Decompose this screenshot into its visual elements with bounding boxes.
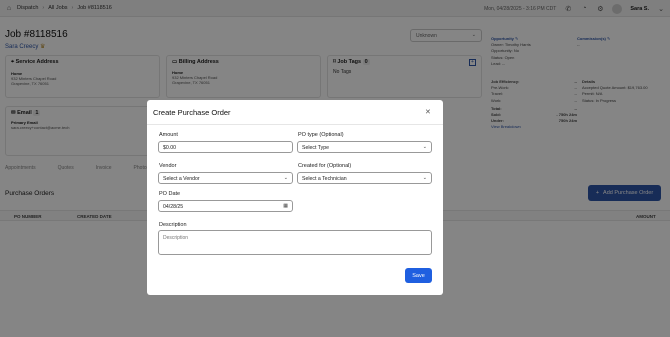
created-for-value: Select a Technician	[302, 176, 347, 182]
save-button[interactable]: Save	[405, 268, 432, 283]
amount-input[interactable]: $0.00	[158, 141, 293, 153]
chevron-down-icon: ⌄	[283, 175, 288, 181]
amount-value: $0.00	[163, 145, 176, 151]
po-date-label: PO Date	[159, 191, 181, 197]
description-label: Description	[159, 222, 187, 228]
description-textarea[interactable]: Description	[158, 230, 432, 255]
calendar-icon[interactable]: ▦	[283, 203, 288, 209]
close-icon[interactable]: ✕	[425, 108, 431, 116]
description-placeholder: Description	[163, 235, 189, 241]
vendor-select[interactable]: Select a Vendor ⌄	[158, 172, 293, 184]
modal-divider	[147, 124, 443, 125]
create-purchase-order-modal: Create Purchase Order ✕ Amount $0.00 PO …	[147, 100, 443, 295]
chevron-down-icon: ⌄	[422, 144, 427, 150]
po-type-value: Select Type	[302, 145, 330, 151]
created-for-select[interactable]: Select a Technician ⌄	[297, 172, 432, 184]
vendor-label: Vendor	[159, 163, 177, 169]
vendor-value: Select a Vendor	[163, 176, 200, 182]
modal-title: Create Purchase Order	[153, 108, 231, 117]
po-type-select[interactable]: Select Type ⌄	[297, 141, 432, 153]
po-date-value: 04/28/25	[163, 204, 184, 210]
po-date-input[interactable]: 04/28/25 ▦	[158, 200, 293, 212]
po-type-label: PO type (Optional)	[298, 132, 344, 138]
chevron-down-icon: ⌄	[422, 175, 427, 181]
created-for-label: Created for (Optional)	[298, 163, 352, 169]
amount-label: Amount	[159, 132, 178, 138]
